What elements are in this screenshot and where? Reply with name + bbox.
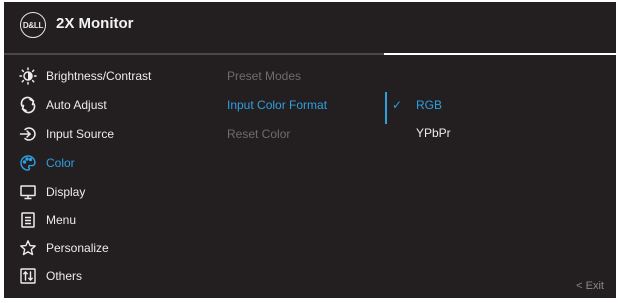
color-palette-icon [18,154,38,172]
menu-item-menu[interactable]: Menu [18,209,208,231]
header-divider [4,53,384,55]
monitor-title: 2X Monitor [56,15,134,32]
submenu-item-input-color-format[interactable]: Input Color Format [227,94,387,116]
display-icon [18,183,38,201]
menu-item-display[interactable]: Display [18,181,208,203]
input-source-icon [18,125,38,143]
star-icon [18,239,38,257]
osd-header: D&LL 2X Monitor [4,2,616,48]
menu-item-label: Personalize [46,241,109,255]
selection-indicator-bar [385,92,387,124]
option-label: RGB [416,98,443,112]
menu-item-label: Brightness/Contrast [46,69,152,83]
header-divider-highlight [384,53,616,55]
menu-item-auto-adjust[interactable]: Auto Adjust [18,94,208,116]
auto-adjust-icon [18,96,38,114]
menu-item-label: Display [46,185,86,199]
dell-logo: D&LL [20,12,46,38]
option-rgb[interactable]: ✓ RGB [392,94,552,116]
others-icon [18,267,38,285]
submenu-item-reset-color[interactable]: Reset Color [227,123,387,145]
menu-item-brightness-contrast[interactable]: Brightness/Contrast [18,65,208,87]
menu-item-input-source[interactable]: Input Source [18,123,208,145]
check-icon: ✓ [392,98,403,112]
menu-item-label: Input Source [46,127,115,141]
menu-item-others[interactable]: Others [18,265,208,287]
submenu-item-preset-modes[interactable]: Preset Modes [227,65,387,87]
menu-item-personalize[interactable]: Personalize [18,237,208,259]
menu-item-color[interactable]: Color [18,152,208,174]
brightness-icon [18,67,38,85]
option-label: YPbPr [416,126,451,140]
menu-item-label: Color [46,156,75,170]
option-ypbpr[interactable]: YPbPr [392,122,552,144]
menu-item-label: Others [46,269,83,283]
menu-item-label: Auto Adjust [46,98,107,112]
exit-button[interactable]: < Exit [576,280,604,292]
menu-item-label: Menu [46,213,77,227]
menu-icon [18,211,38,229]
osd-window: D&LL 2X Monitor Brightness/Contrast Auto… [4,2,616,298]
